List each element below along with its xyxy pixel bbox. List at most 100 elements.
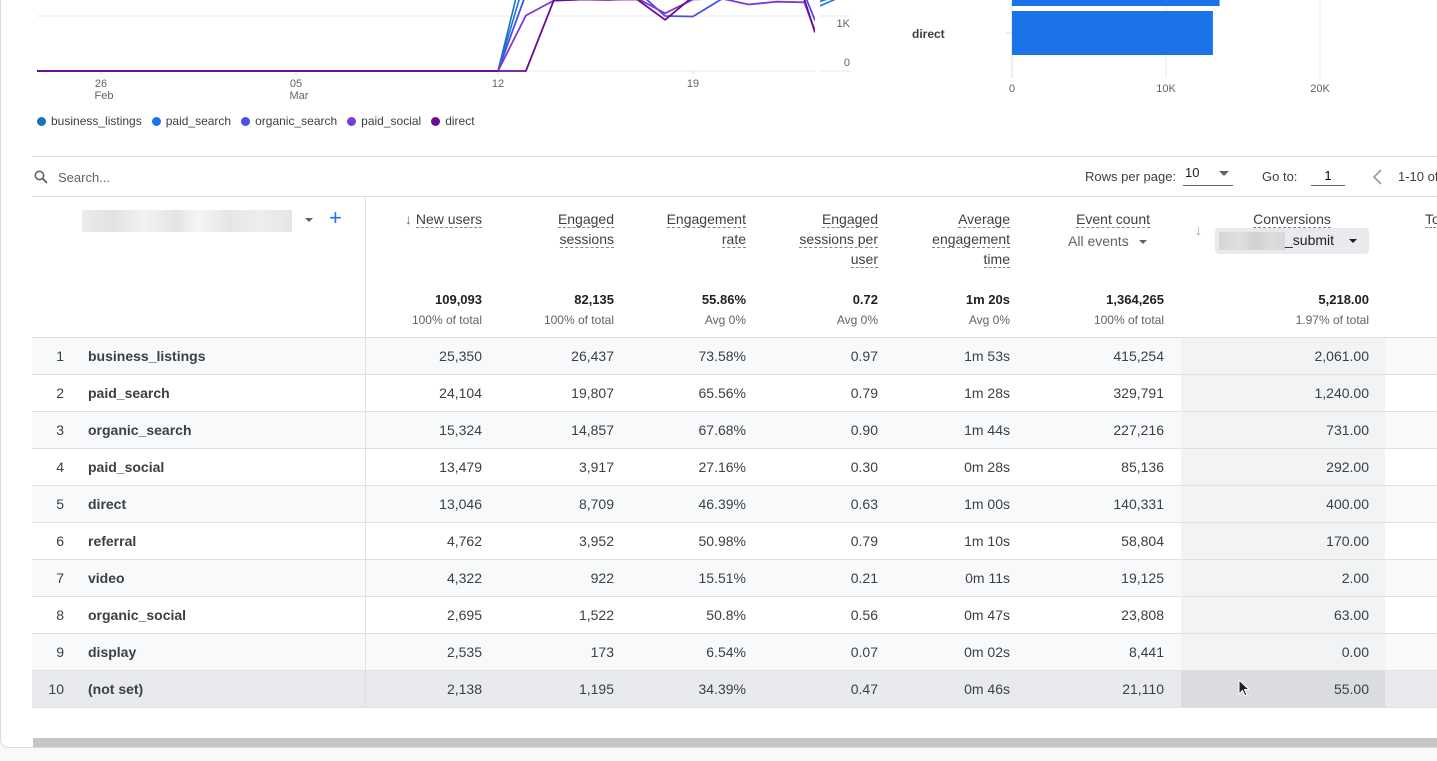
cell-event-count: 58,804: [1121, 533, 1164, 549]
row-dimension-value[interactable]: referral: [88, 533, 136, 549]
table-row[interactable]: 9 display 2,535 173 6.54% 0.07 0m 02s 8,441 0.00: [32, 634, 1437, 671]
cell-conversions: 292.00: [1326, 459, 1369, 475]
cell-new-users: 2,535: [446, 644, 482, 660]
chevron-down-icon: [1138, 240, 1147, 245]
column-label: Engagement: [666, 211, 746, 228]
column-label: To: [1425, 211, 1437, 228]
legend-label: paid_social: [361, 114, 422, 128]
y-tick-label: 0: [844, 57, 850, 69]
table-row[interactable]: 7 video 4,322 922 15.51% 0.21 0m 11s 19,125 2.00: [32, 560, 1437, 597]
cell-new-users: 24,104: [439, 385, 482, 401]
rows-per-page-label: Rows per page:: [1085, 169, 1177, 184]
table-header: + ↓ New users 109,093 100% of total Engag…: [32, 197, 1437, 338]
x-tick-label: 19: [687, 78, 699, 90]
x-tick-month-label: Feb: [95, 90, 114, 102]
add-dimension-button[interactable]: +: [329, 207, 342, 229]
column-header-engaged-sessions-per-user[interactable]: Engaged sessions per user: [768, 209, 878, 269]
row-index: 3: [56, 422, 64, 438]
row-dimension-value[interactable]: direct: [88, 496, 126, 512]
column-header-average-engagement-time[interactable]: Average engagement time: [900, 209, 1010, 269]
legend-item-organic-search[interactable]: organic_search: [241, 114, 337, 128]
goto-page-input[interactable]: [1311, 165, 1345, 186]
x-tick-label: 12: [492, 78, 504, 90]
row-dimension-value[interactable]: paid_social: [88, 459, 164, 475]
table-row[interactable]: 6 referral 4,762 3,952 50.98% 0.79 1m 10s 58,80…: [32, 523, 1437, 560]
cell-conversions: 2.00: [1341, 570, 1369, 586]
column-header-event-count[interactable]: Event count: [1042, 209, 1150, 229]
cell-engaged-sessions: 19,807: [571, 385, 614, 401]
table-row[interactable]: 5 direct 13,046 8,709 46.39% 0.63 1m 00s 140,33…: [32, 486, 1437, 523]
row-index: 4: [56, 459, 64, 475]
dimension-dropdown-icon[interactable]: [305, 218, 313, 222]
row-dimension-value[interactable]: organic_search: [88, 422, 192, 438]
column-header-conversions[interactable]: Conversions: [1232, 209, 1352, 229]
rows-per-page-select[interactable]: 10: [1183, 165, 1233, 186]
cell-event-count: 8,441: [1128, 644, 1164, 660]
cell-esu: 0.63: [850, 496, 878, 512]
cell-engagement-rate: 50.98%: [698, 533, 746, 549]
table-row[interactable]: 2 paid_search 24,104 19,807 65.56% 0.79 1m 28s…: [32, 375, 1437, 412]
bar-paid-social: [1012, 0, 1220, 6]
total-conversions: 5,218.00: [1318, 292, 1369, 307]
row-dimension-value[interactable]: organic_social: [88, 607, 186, 623]
cell-event-count: 19,125: [1121, 570, 1164, 586]
table-row[interactable]: 1 business_listings 25,350 26,437 73.58% 0.97…: [32, 338, 1437, 375]
total-new-users: 109,093: [435, 292, 482, 307]
total-sub-engaged-sessions: 100% of total: [543, 313, 614, 327]
row-dimension-value[interactable]: video: [88, 570, 125, 586]
row-dimension-value[interactable]: paid_search: [88, 385, 170, 401]
event-filter-select[interactable]: All events: [1068, 233, 1147, 249]
cell-aet: 0m 46s: [964, 681, 1010, 697]
column-header-engaged-sessions[interactable]: Engaged sessions: [514, 209, 614, 249]
legend-dot-icon: [37, 116, 46, 126]
cell-engagement-rate: 67.68%: [698, 422, 746, 438]
cell-esu: 0.79: [850, 533, 878, 549]
legend-item-direct[interactable]: direct: [431, 114, 475, 128]
cell-engagement-rate: 65.56%: [698, 385, 746, 401]
column-header-engagement-rate[interactable]: Engagement rate: [636, 209, 746, 249]
line-chart: 1K 0 26 Feb 05 Mar 12 19: [0, 0, 870, 110]
cell-engaged-sessions: 3,917: [578, 459, 614, 475]
search-input[interactable]: [58, 167, 358, 187]
series-line-organic-search: [497, 0, 816, 72]
row-dimension-value[interactable]: display: [88, 644, 136, 660]
table-row[interactable]: 3 organic_search 15,324 14,857 67.68% 0.90 1m …: [32, 412, 1437, 449]
cell-engaged-sessions: 1,522: [578, 607, 614, 623]
total-sub-conversions: 1.97% of total: [1295, 313, 1369, 327]
legend-item-paid-social[interactable]: paid_social: [347, 114, 421, 128]
column-header-total-truncated[interactable]: To: [1425, 209, 1437, 229]
cell-new-users: 2,138: [446, 681, 482, 697]
cell-new-users: 4,322: [446, 570, 482, 586]
cell-conversions: 400.00: [1326, 496, 1369, 512]
legend-item-paid-search[interactable]: paid_search: [151, 114, 231, 128]
cell-engagement-rate: 27.16%: [698, 459, 746, 475]
cell-new-users: 15,324: [439, 422, 482, 438]
cell-aet: 1m 10s: [964, 533, 1010, 549]
series-line-paid-social: [497, 0, 816, 72]
cell-engaged-sessions: 3,952: [578, 533, 614, 549]
column-label: rate: [721, 231, 746, 248]
table-row[interactable]: 8 organic_social 2,695 1,522 50.8% 0.56 0m 47s…: [32, 597, 1437, 634]
row-dimension-value[interactable]: business_listings: [88, 348, 205, 364]
rows-per-page-value: 10: [1185, 165, 1200, 180]
column-label: Conversions: [1253, 211, 1331, 228]
chevron-left-icon[interactable]: [1370, 168, 1384, 186]
row-index: 10: [48, 681, 64, 697]
cell-esu: 0.97: [850, 348, 878, 364]
legend-item-business-listings[interactable]: business_listings: [37, 114, 142, 128]
column-label: New users: [415, 211, 482, 228]
dimension-header-redacted[interactable]: [82, 210, 292, 232]
horizontal-scrollbar[interactable]: [33, 738, 1437, 747]
table-row[interactable]: 10 (not set) 2,138 1,195 34.39% 0.47 0m 46s 21,…: [32, 671, 1437, 708]
cell-aet: 1m 28s: [964, 385, 1010, 401]
cell-new-users: 2,695: [446, 607, 482, 623]
row-dimension-value[interactable]: (not set): [88, 681, 143, 697]
conversion-event-select[interactable]: _submit: [1215, 228, 1369, 254]
redacted-text: [1219, 232, 1285, 250]
column-header-new-users[interactable]: ↓ New users: [392, 209, 482, 229]
table-row[interactable]: 4 paid_social 13,479 3,917 27.16% 0.30 0m 28s 8…: [32, 449, 1437, 486]
sort-arrow-down-icon[interactable]: ↓: [1195, 222, 1202, 238]
cell-engaged-sessions: 173: [590, 644, 614, 660]
x-tick-label: 10K: [1156, 83, 1176, 95]
cell-aet: 1m 44s: [964, 422, 1010, 438]
